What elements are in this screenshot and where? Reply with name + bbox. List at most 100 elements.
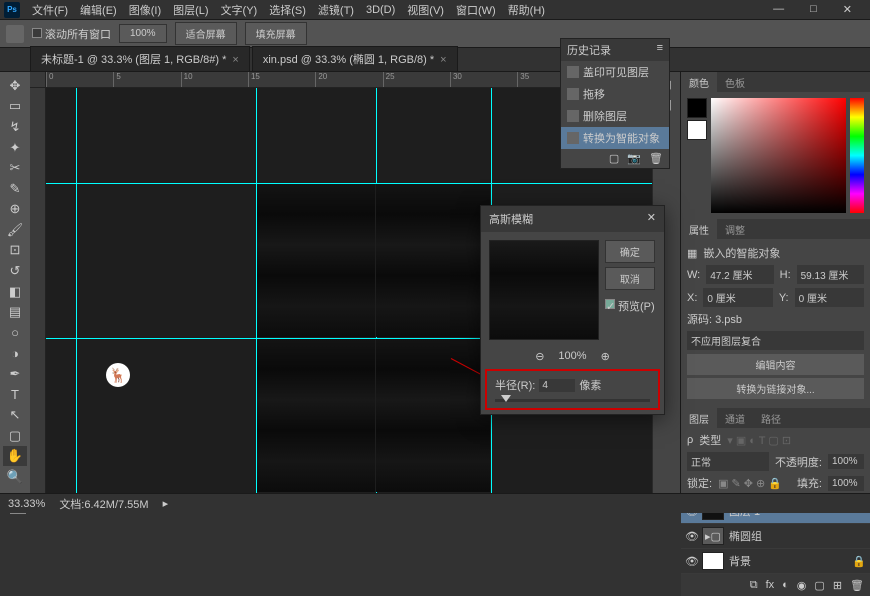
preview-checkbox[interactable]: ✓预览(P): [605, 298, 655, 314]
radius-input[interactable]: [539, 379, 575, 392]
gradient-tool[interactable]: ▤: [3, 302, 27, 322]
close-tab-icon[interactable]: ×: [440, 54, 446, 66]
fill-screen-button[interactable]: 填充屏幕: [245, 22, 307, 45]
trash-icon[interactable]: 🗑: [649, 152, 663, 165]
shape-tool[interactable]: ▢: [3, 426, 27, 446]
radius-slider[interactable]: [495, 399, 650, 402]
swatches-tab[interactable]: 色板: [717, 72, 753, 92]
menu-image[interactable]: 图像(I): [123, 2, 167, 18]
panel-menu-icon[interactable]: ≡: [657, 42, 663, 58]
layercomp-select[interactable]: 不应用图层复合: [687, 331, 864, 350]
lasso-tool[interactable]: ↯: [3, 117, 27, 137]
history-item[interactable]: 拖移: [561, 83, 669, 105]
move-tool[interactable]: ✥: [3, 76, 27, 96]
crop-tool[interactable]: ✂: [3, 158, 27, 178]
current-tool-icon[interactable]: [6, 25, 24, 43]
history-item[interactable]: 转换为智能对象: [561, 127, 669, 149]
wand-tool[interactable]: ✦: [3, 138, 27, 158]
blur-tool[interactable]: ○: [3, 323, 27, 343]
layer-name[interactable]: 背景: [729, 553, 751, 569]
minimize-button[interactable]: —: [767, 3, 790, 16]
group-icon[interactable]: ▢: [814, 579, 824, 592]
menu-3d[interactable]: 3D(D): [360, 4, 401, 16]
newlayer-icon[interactable]: ⊞: [833, 579, 842, 592]
ruler-vertical[interactable]: [30, 88, 46, 513]
edit-content-button[interactable]: 编辑内容: [687, 354, 864, 375]
opacity-field[interactable]: 100%: [828, 454, 864, 469]
marquee-tool[interactable]: ▭: [3, 97, 27, 117]
menu-help[interactable]: 帮助(H): [502, 2, 551, 18]
history-item[interactable]: 删除图层: [561, 105, 669, 127]
brush-tool[interactable]: 🖌: [3, 220, 27, 240]
group-thumb[interactable]: ▸▢: [702, 527, 724, 545]
pen-tool[interactable]: ✒: [3, 364, 27, 384]
close-tab-icon[interactable]: ×: [232, 54, 238, 66]
menu-filter[interactable]: 滤镜(T): [312, 2, 360, 18]
heal-tool[interactable]: ⊕: [3, 199, 27, 219]
eraser-tool[interactable]: ◧: [3, 282, 27, 302]
layer-name[interactable]: 椭圆组: [729, 528, 762, 544]
maximize-button[interactable]: □: [804, 3, 823, 16]
blend-mode[interactable]: 正常: [687, 452, 769, 471]
menu-file[interactable]: 文件(F): [26, 2, 74, 18]
layer-thumb[interactable]: [702, 552, 724, 570]
trash-icon[interactable]: 🗑: [850, 579, 864, 592]
menu-select[interactable]: 选择(S): [263, 2, 312, 18]
menu-text[interactable]: 文字(Y): [215, 2, 264, 18]
y-field[interactable]: 0 厘米: [795, 288, 864, 307]
path-tool[interactable]: ↖: [3, 405, 27, 425]
visibility-icon[interactable]: 👁: [685, 530, 697, 543]
layer-row[interactable]: 👁 ▸▢ 椭圆组: [681, 524, 870, 549]
snapshot-icon[interactable]: ▢: [609, 152, 619, 165]
color-tab[interactable]: 颜色: [681, 72, 717, 92]
zoom-100-button[interactable]: 100%: [119, 24, 167, 43]
fit-screen-button[interactable]: 适合屏幕: [175, 22, 237, 45]
close-button[interactable]: ✕: [837, 3, 858, 16]
scroll-all-checkbox[interactable]: 滚动所有窗口: [32, 26, 111, 42]
fx-icon[interactable]: fx: [766, 579, 775, 591]
guide[interactable]: [76, 88, 77, 513]
blur-preview[interactable]: [489, 240, 599, 340]
zoom-in-icon[interactable]: ⊕: [601, 350, 610, 363]
visibility-icon[interactable]: 👁: [685, 555, 697, 568]
doc-tab-2[interactable]: xin.psd @ 33.3% (椭圆 1, RGB/8) *×: [252, 46, 458, 71]
adjust-icon[interactable]: ◉: [797, 579, 807, 592]
fg-color[interactable]: [687, 98, 707, 118]
color-picker[interactable]: [711, 98, 846, 213]
x-field[interactable]: 0 厘米: [703, 288, 772, 307]
bg-color[interactable]: [687, 120, 707, 140]
zoom-status[interactable]: 33.33%: [8, 498, 45, 510]
ok-button[interactable]: 确定: [605, 240, 655, 263]
width-field[interactable]: 47.2 厘米: [706, 265, 773, 284]
type-tool[interactable]: T: [3, 385, 27, 405]
stamp-tool[interactable]: ⊡: [3, 241, 27, 261]
layers-tab[interactable]: 图层: [681, 408, 717, 428]
properties-tab[interactable]: 属性: [681, 219, 717, 239]
camera-icon[interactable]: 📷: [627, 152, 641, 165]
layer-row[interactable]: 👁 背景 🔒: [681, 549, 870, 574]
paths-tab[interactable]: 路径: [753, 408, 789, 428]
link-icon[interactable]: ⧉: [750, 579, 758, 592]
fill-field[interactable]: 100%: [828, 476, 864, 491]
doc-tab-1[interactable]: 未标题-1 @ 33.3% (图层 1, RGB/8#) *×: [30, 46, 250, 71]
convert-link-button[interactable]: 转换为链接对象...: [687, 378, 864, 399]
zoom-tool[interactable]: 🔍: [3, 467, 27, 487]
eyedropper-tool[interactable]: ✎: [3, 179, 27, 199]
doc-status[interactable]: 文档:6.42M/7.55M: [59, 496, 148, 512]
hand-tool[interactable]: ✋: [3, 446, 27, 466]
hue-slider[interactable]: [850, 98, 864, 213]
mask-icon[interactable]: ◐: [782, 579, 789, 591]
history-item[interactable]: 盖印可见图层: [561, 61, 669, 83]
channels-tab[interactable]: 通道: [717, 408, 753, 428]
zoom-out-icon[interactable]: ⊖: [535, 350, 544, 363]
adjust-tab[interactable]: 调整: [717, 219, 753, 239]
cancel-button[interactable]: 取消: [605, 267, 655, 290]
menu-window[interactable]: 窗口(W): [450, 2, 502, 18]
history-brush-tool[interactable]: ↺: [3, 261, 27, 281]
menu-edit[interactable]: 编辑(E): [74, 2, 123, 18]
menu-layer[interactable]: 图层(L): [167, 2, 214, 18]
dialog-close-icon[interactable]: ✕: [647, 211, 656, 227]
dodge-tool[interactable]: ◑: [3, 344, 27, 364]
height-field[interactable]: 59.13 厘米: [797, 265, 864, 284]
menu-view[interactable]: 视图(V): [401, 2, 450, 18]
